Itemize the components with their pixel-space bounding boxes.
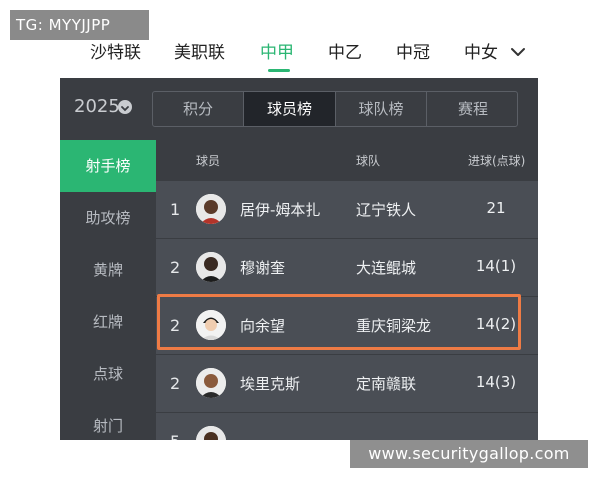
season-year-selector[interactable]: 2025 [74,96,120,117]
stats-panel: 2025 积分 球员榜 球队榜 赛程 射手榜 助攻榜 黄牌 红牌 点球 射门 球… [60,78,538,440]
tab-league-6[interactable]: 中女 [464,38,498,63]
player-avatar [196,194,226,224]
team-name: 大连鲲城 [356,259,417,277]
tab-league-3-active[interactable]: 中甲 [260,38,294,63]
row-rank: 2 [170,258,181,277]
row-rank: 2 [170,316,181,335]
sidebar-item-shots[interactable]: 射门 [60,400,156,440]
sidebar-item-scorers[interactable]: 射手榜 [60,140,156,192]
tab-league-1[interactable]: 沙特联 [90,38,141,63]
league-tabs: 沙特联 美职联 中甲 中乙 中冠 中女 [80,38,550,70]
segment-player-rankings[interactable]: 球员榜 [244,92,336,126]
segment-schedule[interactable]: 赛程 [427,92,517,126]
row-rank: 5 [170,432,180,440]
goals-value: 14(1) [475,257,517,275]
player-name: 埃里克斯 [240,375,301,393]
segment-standings[interactable]: 积分 [153,92,244,126]
scorers-table: 球员 球队 进球(点球) 1 居伊-姆本扎 辽宁铁人 21 2 穆谢奎 大连鲲城… [156,140,538,440]
table-header: 球员 球队 进球(点球) [156,140,538,180]
row-rank: 2 [170,374,181,393]
team-name: 重庆铜梁龙 [356,317,432,335]
header-player: 球员 [196,154,221,168]
table-row[interactable]: 5 [156,412,538,440]
watermark-top-label: TG: MYYJJPP [10,10,149,40]
player-avatar [196,368,226,398]
table-row[interactable]: 2 向余望 重庆铜梁龙 14(2) [156,296,538,354]
table-row[interactable]: 2 埃里克斯 定南赣联 14(3) [156,354,538,412]
sidebar-item-yellow-cards[interactable]: 黄牌 [60,244,156,296]
goals-value: 14(2) [475,315,517,333]
table-row[interactable]: 2 穆谢奎 大连鲲城 14(1) [156,238,538,296]
team-name: 定南赣联 [356,375,417,393]
goals-value: 21 [486,199,506,217]
player-name: 向余望 [240,317,286,335]
tab-league-4[interactable]: 中乙 [328,38,362,63]
segment-team-rankings[interactable]: 球队榜 [336,92,427,126]
stat-category-sidebar: 射手榜 助攻榜 黄牌 红牌 点球 射门 [60,140,156,440]
player-avatar [196,426,226,440]
sidebar-item-penalties[interactable]: 点球 [60,348,156,400]
chevron-down-icon[interactable] [510,44,526,60]
table-row[interactable]: 1 居伊-姆本扎 辽宁铁人 21 [156,180,538,238]
watermark-bottom-label: www.securitygallop.com [350,440,588,468]
chevron-circle-icon[interactable] [118,100,132,114]
player-name: 居伊-姆本扎 [240,201,321,219]
sidebar-item-red-cards[interactable]: 红牌 [60,296,156,348]
header-team: 球队 [356,154,381,168]
tab-league-5[interactable]: 中冠 [396,38,430,63]
player-avatar [196,310,226,340]
tab-league-2[interactable]: 美职联 [174,38,225,63]
player-avatar [196,252,226,282]
row-rank: 1 [170,200,181,219]
active-tab-underline [268,69,290,72]
header-goals: 进球(点球) [468,154,526,168]
sidebar-item-assists[interactable]: 助攻榜 [60,192,156,244]
team-name: 辽宁铁人 [356,201,417,219]
player-name: 穆谢奎 [240,259,286,277]
goals-value: 14(3) [475,373,517,391]
segment-control: 积分 球员榜 球队榜 赛程 [152,91,518,127]
